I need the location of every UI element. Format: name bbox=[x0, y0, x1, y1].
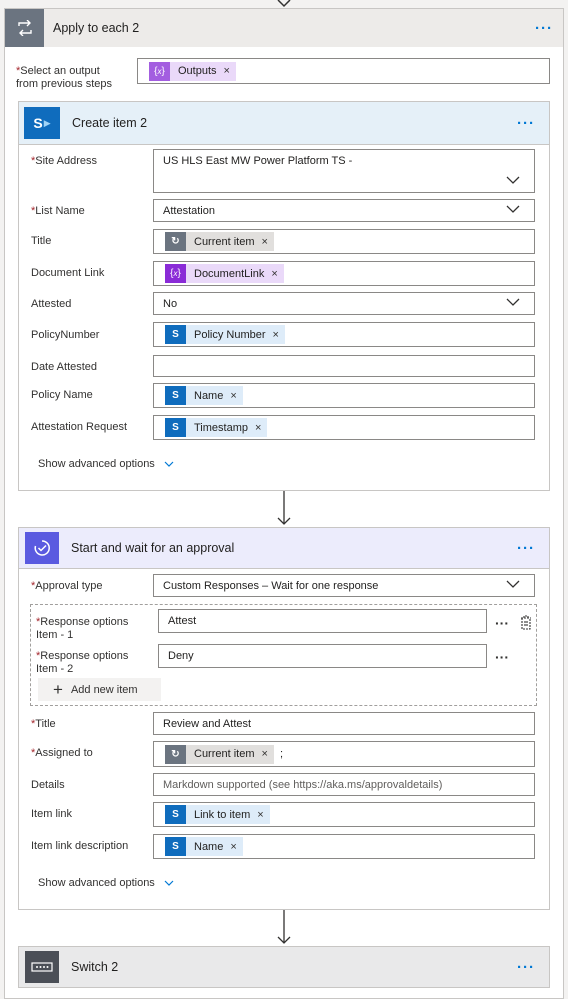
create-item-header[interactable]: S ▶ Create item 2 ··· bbox=[19, 102, 549, 145]
name-token[interactable]: S Name × bbox=[165, 837, 243, 856]
chevron-down-icon[interactable] bbox=[506, 176, 520, 184]
sharepoint-icon: S bbox=[165, 837, 186, 856]
current-item-token[interactable]: ↻ Current item × bbox=[165, 744, 274, 764]
document-link-label: Document Link bbox=[31, 267, 105, 279]
response-option-1-field[interactable]: Attest bbox=[158, 609, 487, 633]
policynumber-field[interactable]: S Policy Number × bbox=[153, 322, 535, 347]
connector-arrow bbox=[277, 910, 291, 944]
approval-title-label: *Title bbox=[31, 718, 56, 730]
document-link-field[interactable]: {x} DocumentLink × bbox=[153, 261, 535, 286]
assigned-to-field[interactable]: ↻ Current item × ; bbox=[153, 741, 535, 767]
sharepoint-icon: S bbox=[165, 386, 186, 405]
remove-token-icon[interactable]: × bbox=[273, 329, 279, 341]
list-name-dropdown[interactable]: Attestation bbox=[153, 199, 535, 222]
response-option-2-label: *Response options Item - 2 bbox=[36, 650, 129, 675]
remove-token-icon[interactable]: × bbox=[271, 268, 277, 280]
chevron-down-icon[interactable] bbox=[506, 298, 520, 306]
connector-arrow bbox=[277, 491, 291, 525]
list-name-label: *List Name bbox=[31, 205, 85, 217]
item-link-label: Item link bbox=[31, 808, 72, 820]
more-options-button[interactable]: ··· bbox=[535, 20, 553, 37]
remove-token-icon[interactable]: × bbox=[262, 748, 268, 760]
assigned-to-label: *Assigned to bbox=[31, 747, 93, 759]
date-attested-field[interactable] bbox=[153, 355, 535, 377]
switch-icon bbox=[25, 951, 59, 983]
add-new-item-button[interactable]: + Add new item bbox=[38, 678, 161, 701]
show-advanced-options-link[interactable]: Show advanced options bbox=[38, 458, 174, 470]
approval-type-dropdown[interactable]: Custom Responses – Wait for one response bbox=[153, 574, 535, 597]
more-options-button[interactable]: ··· bbox=[495, 649, 509, 665]
response-option-1-label: *Response options Item - 1 bbox=[36, 616, 129, 641]
sharepoint-icon: S bbox=[165, 325, 186, 344]
approval-icon bbox=[25, 532, 59, 564]
details-field[interactable]: Markdown supported (see https://aka.ms/a… bbox=[153, 773, 535, 796]
current-item-token[interactable]: ↻ Current item × bbox=[165, 232, 274, 251]
switch-header[interactable]: Switch 2 ··· bbox=[19, 947, 549, 987]
chevron-down-icon bbox=[164, 880, 174, 886]
item-link-description-field[interactable]: S Name × bbox=[153, 834, 535, 859]
site-address-label: *Site Address bbox=[31, 155, 98, 167]
more-options-button[interactable]: ··· bbox=[517, 959, 535, 976]
more-options-button[interactable]: ··· bbox=[495, 615, 509, 631]
attestation-request-label: Attestation Request bbox=[31, 421, 128, 433]
chevron-down-icon[interactable] bbox=[506, 580, 520, 588]
more-options-button[interactable]: ··· bbox=[517, 540, 535, 557]
attested-label: Attested bbox=[31, 298, 72, 310]
date-attested-label: Date Attested bbox=[31, 361, 98, 373]
remove-token-icon[interactable]: × bbox=[230, 841, 236, 853]
expression-icon: {x} bbox=[165, 264, 186, 283]
policy-name-field[interactable]: S Name × bbox=[153, 383, 535, 408]
approval-title-field[interactable]: Review and Attest bbox=[153, 712, 535, 735]
switch-card[interactable]: Switch 2 ··· bbox=[18, 946, 550, 988]
show-advanced-options-link[interactable]: Show advanced options bbox=[38, 877, 174, 889]
details-label: Details bbox=[31, 779, 65, 791]
sharepoint-icon: S ▶ bbox=[24, 107, 60, 139]
attestation-request-field[interactable]: S Timestamp × bbox=[153, 415, 535, 440]
chevron-down-icon[interactable] bbox=[506, 205, 520, 213]
loop-icon: ↻ bbox=[165, 744, 186, 764]
delete-icon[interactable] bbox=[519, 614, 533, 630]
create-item-title: Create item 2 bbox=[72, 116, 148, 130]
site-address-field[interactable]: US HLS East MW Power Platform TS - bbox=[153, 149, 535, 193]
approval-title: Start and wait for an approval bbox=[71, 541, 235, 555]
loop-icon: ↻ bbox=[165, 232, 186, 251]
timestamp-token[interactable]: S Timestamp × bbox=[165, 418, 268, 437]
sharepoint-icon: S bbox=[165, 805, 186, 824]
title-field[interactable]: ↻ Current item × bbox=[153, 229, 535, 254]
connector-arrow-top bbox=[277, 0, 291, 8]
policynumber-label: PolicyNumber bbox=[31, 329, 100, 341]
plus-icon: + bbox=[53, 680, 63, 699]
response-option-2-field[interactable]: Deny bbox=[158, 644, 487, 668]
remove-token-icon[interactable]: × bbox=[224, 65, 230, 77]
policy-number-token[interactable]: S Policy Number × bbox=[165, 325, 285, 344]
approval-header[interactable]: Start and wait for an approval ··· bbox=[19, 528, 549, 569]
item-link-field[interactable]: S Link to item × bbox=[153, 802, 535, 827]
title-label: Title bbox=[31, 235, 52, 247]
expression-icon: {x} bbox=[149, 61, 170, 81]
outputs-token[interactable]: {x} Outputs × bbox=[149, 61, 236, 81]
remove-token-icon[interactable]: × bbox=[257, 809, 263, 821]
select-output-field[interactable]: {x} Outputs × bbox=[137, 58, 550, 84]
documentlink-token[interactable]: {x} DocumentLink × bbox=[165, 264, 284, 283]
chevron-down-icon bbox=[164, 461, 174, 467]
name-token[interactable]: S Name × bbox=[165, 386, 243, 405]
remove-token-icon[interactable]: × bbox=[255, 422, 261, 434]
select-output-label: *Select an output from previous steps bbox=[16, 65, 112, 90]
sharepoint-icon: S bbox=[165, 418, 186, 437]
more-options-button[interactable]: ··· bbox=[517, 115, 535, 132]
policy-name-label: Policy Name bbox=[31, 389, 93, 401]
remove-token-icon[interactable]: × bbox=[262, 236, 268, 248]
attested-dropdown[interactable]: No bbox=[153, 292, 535, 315]
loop-icon bbox=[5, 9, 44, 47]
approval-type-label: *Approval type bbox=[31, 580, 103, 592]
switch-title: Switch 2 bbox=[71, 960, 119, 974]
apply-to-each-header[interactable]: Apply to each 2 ··· bbox=[5, 9, 563, 47]
apply-to-each-title: Apply to each 2 bbox=[53, 21, 140, 35]
item-link-description-label: Item link description bbox=[31, 840, 129, 852]
link-to-item-token[interactable]: S Link to item × bbox=[165, 805, 270, 824]
remove-token-icon[interactable]: × bbox=[230, 390, 236, 402]
